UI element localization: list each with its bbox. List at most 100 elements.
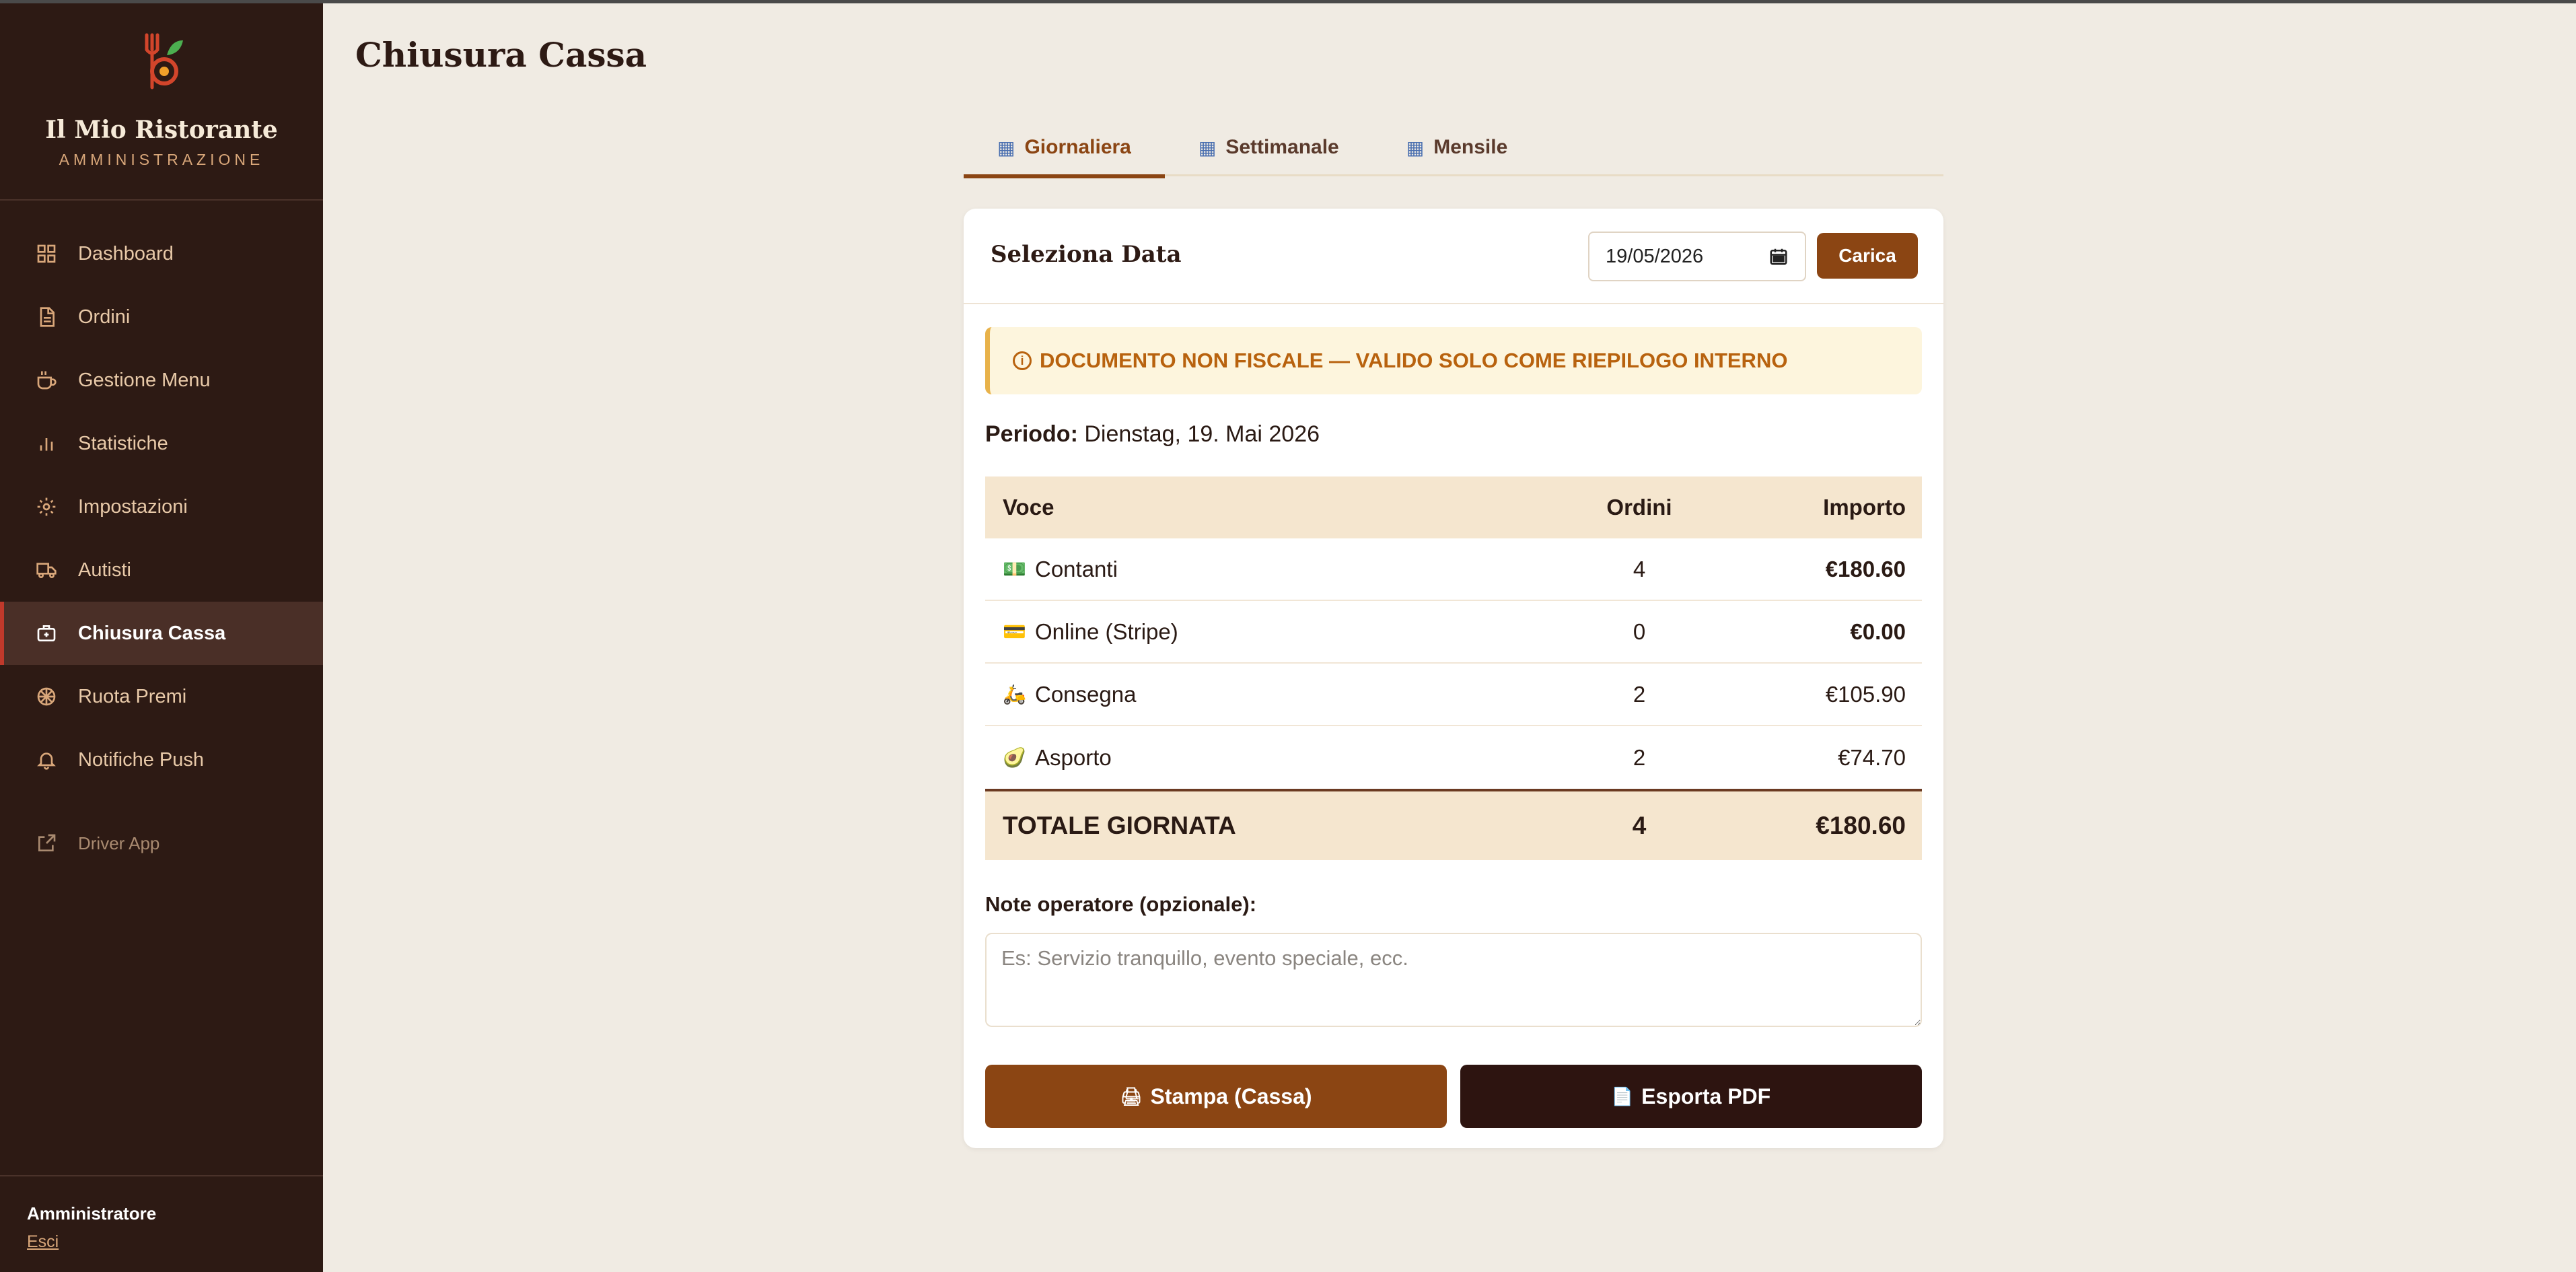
bar-chart-icon — [35, 432, 58, 455]
period-line: Periodo: Dienstag, 19. Mai 2026 — [985, 421, 1320, 448]
coffee-cup-icon — [35, 369, 58, 392]
page-title: Chiusura Cassa — [355, 35, 647, 75]
table-row: 💵 Contanti 4 €180.60 — [985, 538, 1922, 601]
load-button[interactable]: Carica — [1817, 233, 1918, 279]
restaurant-name: Il Mio Ristorante — [45, 116, 278, 144]
sidebar-item-statistiche[interactable]: Statistiche — [0, 412, 323, 475]
sidebar-item-dashboard[interactable]: Dashboard — [0, 222, 323, 285]
sidebar-item-label: Dashboard — [78, 242, 174, 264]
sidebar-item-chiusura-cassa[interactable]: Chiusura Cassa — [0, 602, 323, 665]
row-amount: €180.60 — [1825, 556, 1906, 581]
sidebar-item-label: Gestione Menu — [78, 369, 211, 391]
row-orders: 2 — [1633, 681, 1646, 707]
header-ordini: Ordini — [1606, 495, 1672, 520]
period-tabs: ▦ Giornaliera ▦ Settimanale ▦ Mensile — [964, 118, 1943, 178]
date-input[interactable]: 19/05/2026 — [1588, 232, 1806, 281]
table-row: 💳 Online (Stripe) 0 €0.00 — [985, 601, 1922, 664]
sidebar-item-label: Ordini — [78, 306, 131, 328]
sidebar-item-driver-app[interactable]: Driver App — [0, 812, 323, 875]
sidebar: Il Mio Ristorante AMMINISTRAZIONE Dashbo… — [0, 0, 323, 1272]
bell-icon — [35, 748, 58, 771]
header-importo: Importo — [1823, 495, 1906, 520]
sidebar-item-impostazioni[interactable]: Impostazioni — [0, 475, 323, 538]
table-row: 🛵 Consegna 2 €105.90 — [985, 664, 1922, 726]
external-link-icon — [35, 832, 58, 855]
sidebar-item-label: Driver App — [78, 833, 160, 853]
date-value: 19/05/2026 — [1606, 245, 1704, 267]
document-icon: 📄 — [1611, 1086, 1634, 1106]
summary-table: Voce Ordini Importo 💵 Contanti 4 €180.60… — [985, 476, 1922, 860]
sidebar-item-autisti[interactable]: Autisti — [0, 538, 323, 602]
total-row: TOTALE GIORNATA 4 €180.60 — [985, 789, 1922, 860]
row-label-cell: 🥑 Asporto — [985, 745, 1572, 771]
table-row: 🥑 Asporto 2 €74.70 — [985, 726, 1922, 789]
brand: Il Mio Ristorante AMMINISTRAZIONE — [0, 0, 323, 201]
sidebar-item-ordini[interactable]: Ordini — [0, 285, 323, 349]
total-label: TOTALE GIORNATA — [1003, 812, 1236, 839]
tab-label: Settimanale — [1225, 136, 1339, 158]
sidebar-item-label: Notifiche Push — [78, 748, 204, 771]
print-label: Stampa (Cassa) — [1150, 1084, 1312, 1108]
printer-icon: 🖨 — [1120, 1086, 1143, 1106]
header-voce: Voce — [1003, 495, 1054, 520]
sidebar-item-label: Chiusura Cassa — [78, 622, 226, 644]
row-amount: €105.90 — [1825, 681, 1906, 707]
cash-register-icon — [35, 622, 58, 645]
tab-mensile[interactable]: ▦ Mensile — [1373, 118, 1542, 176]
calendar-icon: ▦ — [1406, 137, 1425, 158]
truck-icon — [35, 559, 58, 581]
tab-settimanale[interactable]: ▦ Settimanale — [1165, 118, 1373, 176]
tab-label: Mensile — [1433, 136, 1508, 158]
period-value: Dienstag, 19. Mai 2026 — [1084, 421, 1320, 447]
top-border — [0, 0, 2576, 3]
avocado-icon: 🥑 — [1003, 747, 1026, 768]
gear-icon — [35, 495, 58, 518]
row-label: Consegna — [1035, 681, 1137, 707]
row-label-cell: 💳 Online (Stripe) — [985, 619, 1572, 645]
table-header: Voce Ordini Importo — [985, 476, 1922, 538]
row-label: Contanti — [1035, 556, 1118, 581]
sidebar-item-label: Autisti — [78, 559, 131, 581]
scooter-icon: 🛵 — [1003, 684, 1026, 705]
export-pdf-button[interactable]: 📄 Esporta PDF — [1460, 1065, 1922, 1128]
row-label-cell: 🛵 Consegna — [985, 682, 1572, 707]
total-orders: 4 — [1632, 812, 1647, 839]
period-label: Periodo: — [985, 421, 1078, 447]
row-orders: 2 — [1633, 744, 1646, 770]
logout-link[interactable]: Esci — [27, 1232, 59, 1252]
total-amount: €180.60 — [1816, 812, 1906, 839]
cash-icon: 💵 — [1003, 559, 1026, 579]
sidebar-item-label: Statistiche — [78, 432, 168, 454]
row-amount: €74.70 — [1838, 744, 1906, 770]
sidebar-item-notifiche-push[interactable]: Notifiche Push — [0, 728, 323, 791]
user-box: Amministratore Esci — [0, 1175, 323, 1272]
calendar-icon: ▦ — [997, 137, 1015, 158]
sidebar-item-label: Ruota Premi — [78, 685, 187, 707]
card-header: Seleziona Data 19/05/2026 Carica — [964, 209, 1943, 304]
notes-textarea[interactable] — [985, 933, 1922, 1027]
sidebar-item-gestione-menu[interactable]: Gestione Menu — [0, 349, 323, 412]
cash-closing-card: Seleziona Data 19/05/2026 Carica i DOCUM… — [964, 209, 1943, 1148]
row-label-cell: 💵 Contanti — [985, 557, 1572, 582]
sidebar-item-ruota-premi[interactable]: Ruota Premi — [0, 665, 323, 728]
credit-card-icon: 💳 — [1003, 621, 1026, 642]
restaurant-logo-icon — [145, 33, 183, 90]
print-button[interactable]: 🖨 Stampa (Cassa) — [985, 1065, 1447, 1128]
alert-text: DOCUMENTO NON FISCALE — VALIDO SOLO COME… — [1040, 349, 1788, 372]
row-label: Asporto — [1035, 744, 1112, 770]
calendar-icon[interactable] — [1768, 246, 1789, 267]
wheel-icon — [35, 685, 58, 708]
calendar-icon: ▦ — [1198, 137, 1217, 158]
row-orders: 0 — [1633, 619, 1646, 644]
notes-label: Note operatore (opzionale): — [985, 892, 1257, 916]
grid-icon — [35, 242, 58, 265]
admin-subtitle: AMMINISTRAZIONE — [59, 151, 264, 168]
non-fiscal-alert: i DOCUMENTO NON FISCALE — VALIDO SOLO CO… — [985, 327, 1922, 394]
row-orders: 4 — [1633, 556, 1646, 581]
sidebar-item-label: Impostazioni — [78, 495, 188, 518]
tab-label: Giornaliera — [1024, 136, 1131, 158]
info-icon: i — [1013, 351, 1032, 370]
pdf-label: Esporta PDF — [1641, 1084, 1771, 1108]
sidebar-nav: Dashboard Ordini Gestione Menu Statistic… — [0, 222, 323, 875]
tab-giornaliera[interactable]: ▦ Giornaliera — [964, 118, 1165, 178]
